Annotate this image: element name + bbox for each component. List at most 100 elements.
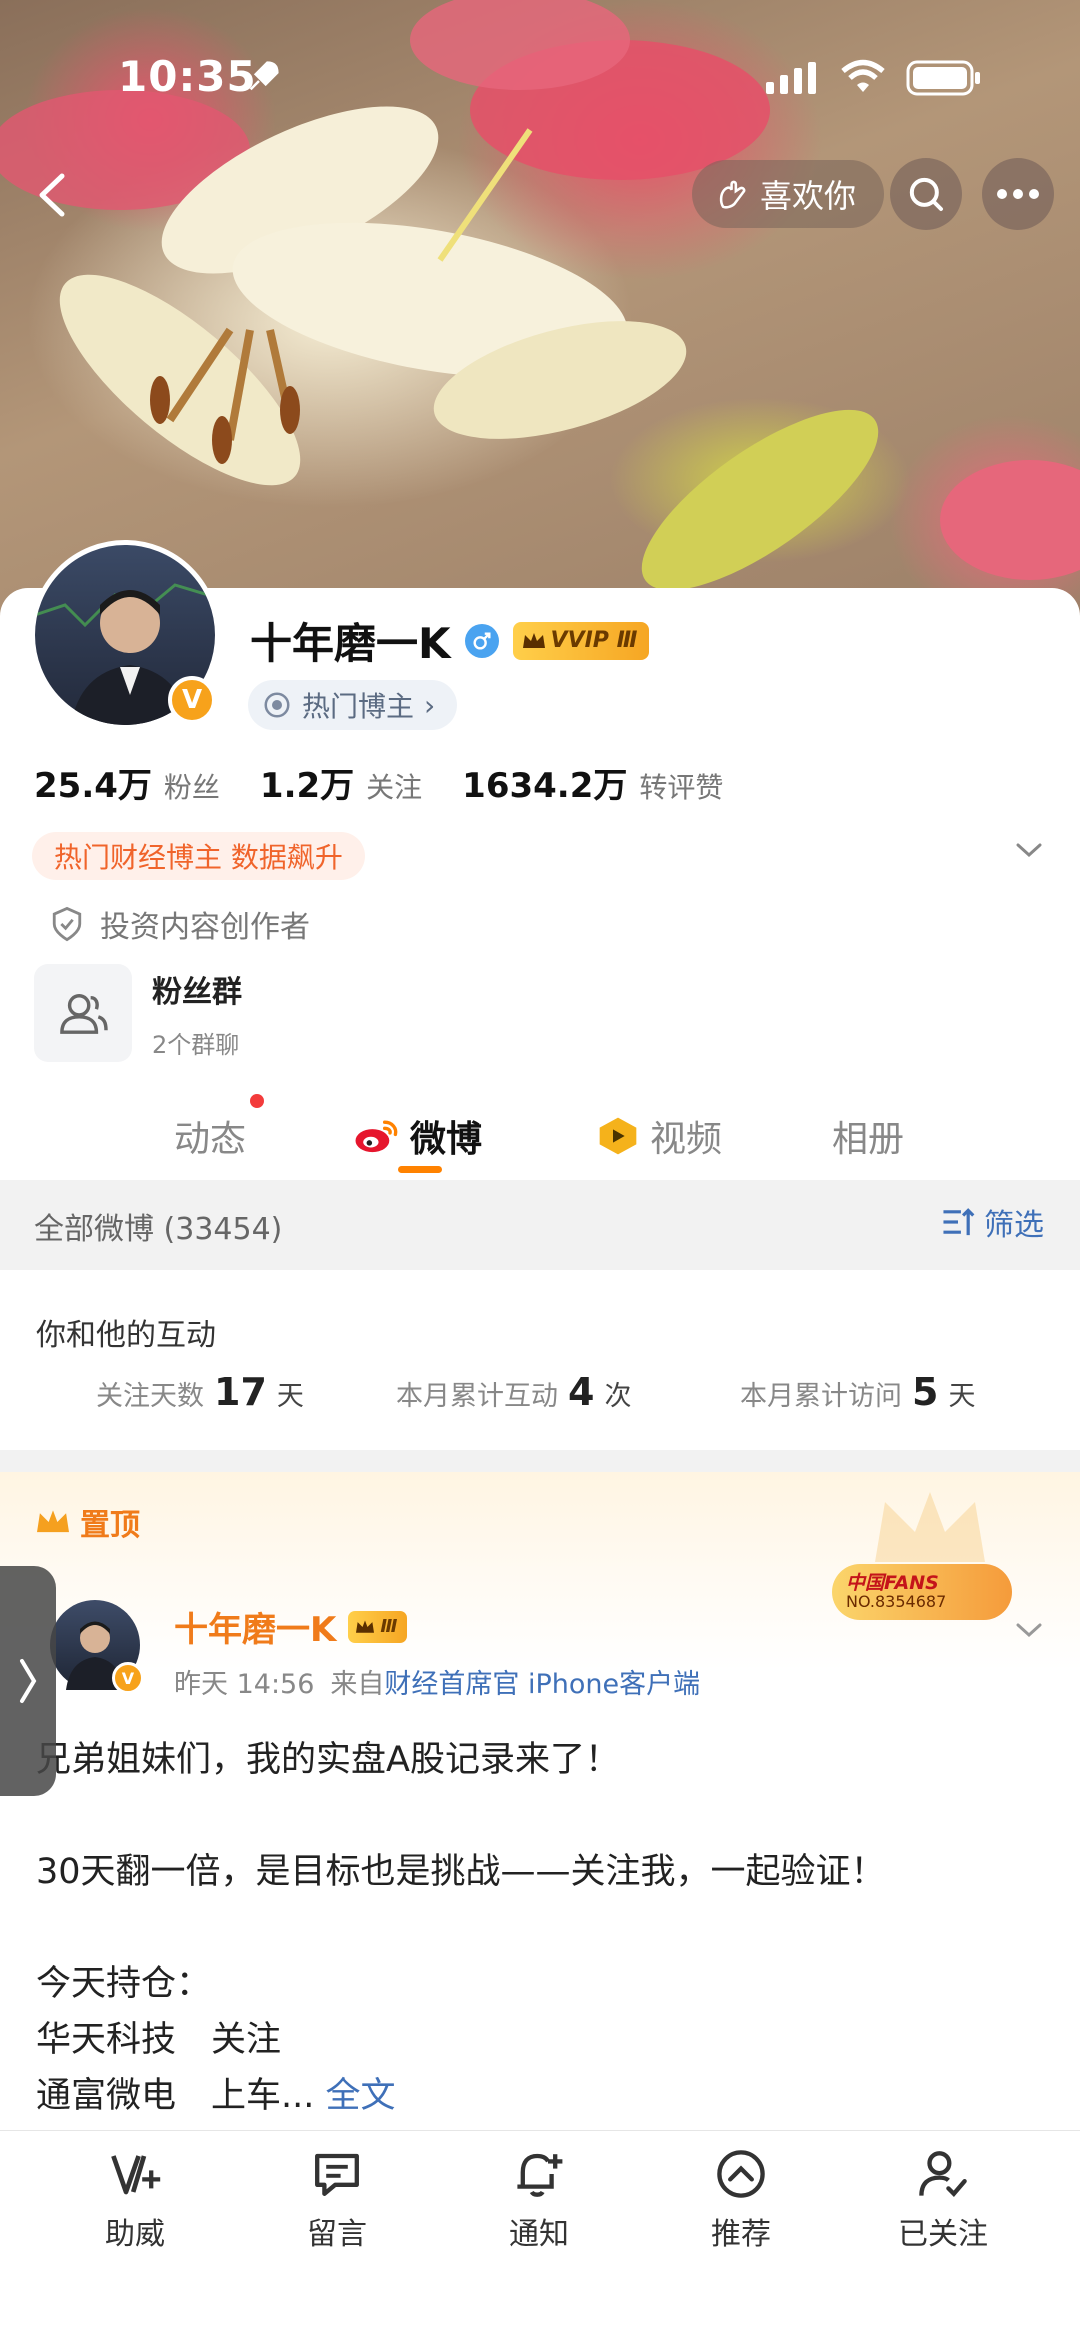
recommend-icon — [717, 2150, 765, 2198]
wifi-icon — [841, 59, 885, 92]
interaction-monthly-interactions: 本月累计互动 4 次 — [396, 1370, 631, 1414]
vvip-badge[interactable]: VVIP Ⅲ — [512, 621, 650, 660]
interaction-unit: 次 — [604, 1381, 632, 1412]
profile-name: 十年磨一K — [250, 619, 451, 668]
crown-icon — [37, 1510, 69, 1533]
filter-label: 筛选 — [984, 1208, 1044, 1243]
status-bar: 10:35 — [0, 0, 1080, 150]
tab-album[interactable]: 相册 — [832, 1090, 904, 1182]
tab-video[interactable]: 视频 — [596, 1090, 722, 1182]
blogger-badge-icon — [264, 692, 290, 718]
crown-icon — [356, 1619, 375, 1633]
following-button[interactable]: 已关注 — [878, 2147, 1008, 2253]
unread-dot — [250, 1094, 264, 1108]
search-icon — [909, 177, 943, 211]
pinned-text: 置顶 — [80, 1508, 140, 1543]
crown-decoration-icon — [875, 1492, 985, 1562]
profile-tabs: 动态 微博 视频 相册 — [0, 1090, 1080, 1182]
bottom-label: 助威 — [105, 2217, 165, 2252]
notify-button[interactable]: 通知 — [474, 2147, 604, 2253]
profile-avatar[interactable]: V — [30, 540, 220, 730]
stat-label: 关注 — [366, 771, 423, 804]
post-author-row: 十年磨一K Ⅲ — [174, 1602, 408, 1651]
medal-number: NO.8354687 — [846, 1592, 947, 1611]
hot-blogger-label: 热门博主 — [302, 690, 415, 723]
chevron-right-icon: › — [424, 688, 436, 722]
investor-creator-row[interactable]: 投资内容创作者 — [50, 902, 310, 946]
post-author-name[interactable]: 十年磨一K — [174, 1602, 336, 1651]
chevron-down-icon[interactable] — [1014, 840, 1044, 860]
interaction-label: 本月累计互动 — [396, 1381, 558, 1412]
stat-reposts-likes[interactable]: 1634.2万 转评赞 — [462, 758, 723, 807]
message-icon — [315, 2153, 359, 2196]
interaction-label: 关注天数 — [96, 1381, 204, 1412]
post-body[interactable]: 兄弟姐妹们，我的实盘A股记录来了！ 30天翻一倍，是目标也是挑战——关注我，一起… — [36, 1732, 1046, 2124]
crown-icon — [522, 632, 545, 648]
fans-group-subtitle: 2个群聊 — [152, 1030, 240, 1059]
post-source-prefix: 来自 — [330, 1669, 385, 1700]
pinned-label: 置顶 — [34, 1500, 140, 1544]
post-line: 今天持仓： — [36, 1964, 212, 2004]
interaction-label: 本月累计访问 — [740, 1381, 902, 1412]
post-last-line: 通富微电 上车... 全文 — [36, 2068, 1046, 2124]
chevron-right-icon — [20, 1659, 37, 1703]
post-line: 华天科技 关注 — [36, 2020, 282, 2060]
recommend-button[interactable]: 推荐 — [676, 2147, 806, 2253]
profile-name-row: 十年磨一K VVIP Ⅲ — [250, 610, 650, 671]
stat-following[interactable]: 1.2万 关注 — [260, 758, 422, 807]
post-options-chevron-icon[interactable] — [1014, 1620, 1044, 1640]
cellular-signal-icon — [766, 62, 816, 94]
battery-icon — [906, 60, 980, 96]
china-fans-medal[interactable]: 中国FANS NO.8354687 — [832, 1564, 1012, 1620]
full-text-link[interactable]: 全文 — [326, 2076, 396, 2116]
stat-number: 1634.2万 — [462, 766, 628, 806]
vvip-label: VVIP Ⅲ — [550, 628, 638, 653]
post-line: 通富微电 上车... — [36, 2076, 315, 2116]
back-button[interactable] — [18, 160, 88, 230]
status-time: 10:35 — [118, 52, 257, 101]
post-blank-line — [36, 1788, 1046, 1844]
weibo-logo-icon — [355, 1120, 398, 1153]
filter-bar: 全部微博 (33454) 筛选 — [0, 1180, 1080, 1270]
like-you-label: 喜欢你 — [760, 177, 857, 215]
tab-dynamic[interactable]: 动态 — [174, 1090, 246, 1182]
users-group-icon — [60, 994, 108, 1034]
hot-blogger-tag[interactable]: 热门博主 › — [248, 680, 458, 730]
side-drawer-handle[interactable] — [0, 1566, 56, 1796]
like-you-button[interactable]: 喜欢你 — [692, 160, 885, 228]
comment-button[interactable]: 留言 — [272, 2147, 402, 2253]
filter-icon — [943, 1208, 975, 1236]
hot-finance-tag[interactable]: 热门财经博主 数据飙升 — [32, 832, 365, 880]
verified-badge: V — [112, 1662, 144, 1694]
stat-label: 粉丝 — [163, 771, 220, 804]
search-button[interactable] — [890, 158, 962, 230]
bottom-label: 通知 — [509, 2217, 569, 2252]
stat-followers[interactable]: 25.4万 粉丝 — [34, 758, 220, 807]
post-author-avatar[interactable]: V — [50, 1600, 144, 1694]
stat-number: 1.2万 — [259, 766, 355, 806]
bottom-label: 已关注 — [898, 2217, 988, 2252]
post-source[interactable]: 财经首席官 iPhone客户端 — [384, 1669, 700, 1700]
filter-button[interactable]: 筛选 — [940, 1200, 1044, 1244]
pinned-post[interactable]: 置顶 中国FANS NO.8354687 V 十年磨一K Ⅲ 昨天 14:56 … — [0, 1472, 1080, 2132]
fans-group-entry[interactable]: 粉丝群 2个群聊 — [34, 964, 242, 1062]
post-vip-label: Ⅲ — [380, 1616, 398, 1637]
tab-label: 视频 — [650, 1119, 723, 1160]
section-divider — [0, 1450, 1080, 1472]
video-play-icon — [599, 1117, 637, 1155]
cheer-icon — [111, 2155, 161, 2195]
post-line: 30天翻一倍，是目标也是挑战——关注我，一起验证！ — [36, 1852, 886, 1892]
user-check-icon — [919, 2151, 967, 2197]
interaction-title: 你和他的互动 — [36, 1318, 216, 1353]
interaction-number: 4 — [568, 1370, 595, 1414]
tab-label: 微博 — [410, 1119, 483, 1160]
cheer-button[interactable]: 助威 — [70, 2147, 200, 2253]
interaction-unit: 天 — [948, 1381, 976, 1412]
investor-label: 投资内容创作者 — [100, 910, 310, 945]
post-vip-badge: Ⅲ — [348, 1610, 408, 1643]
bottom-action-bar: 助威 留言 通知 推荐 已关注 — [0, 2130, 1080, 2347]
shield-check-icon — [52, 906, 82, 942]
more-button[interactable] — [982, 158, 1054, 230]
stat-number: 25.4万 — [34, 766, 152, 806]
bell-add-icon — [517, 2153, 563, 2197]
